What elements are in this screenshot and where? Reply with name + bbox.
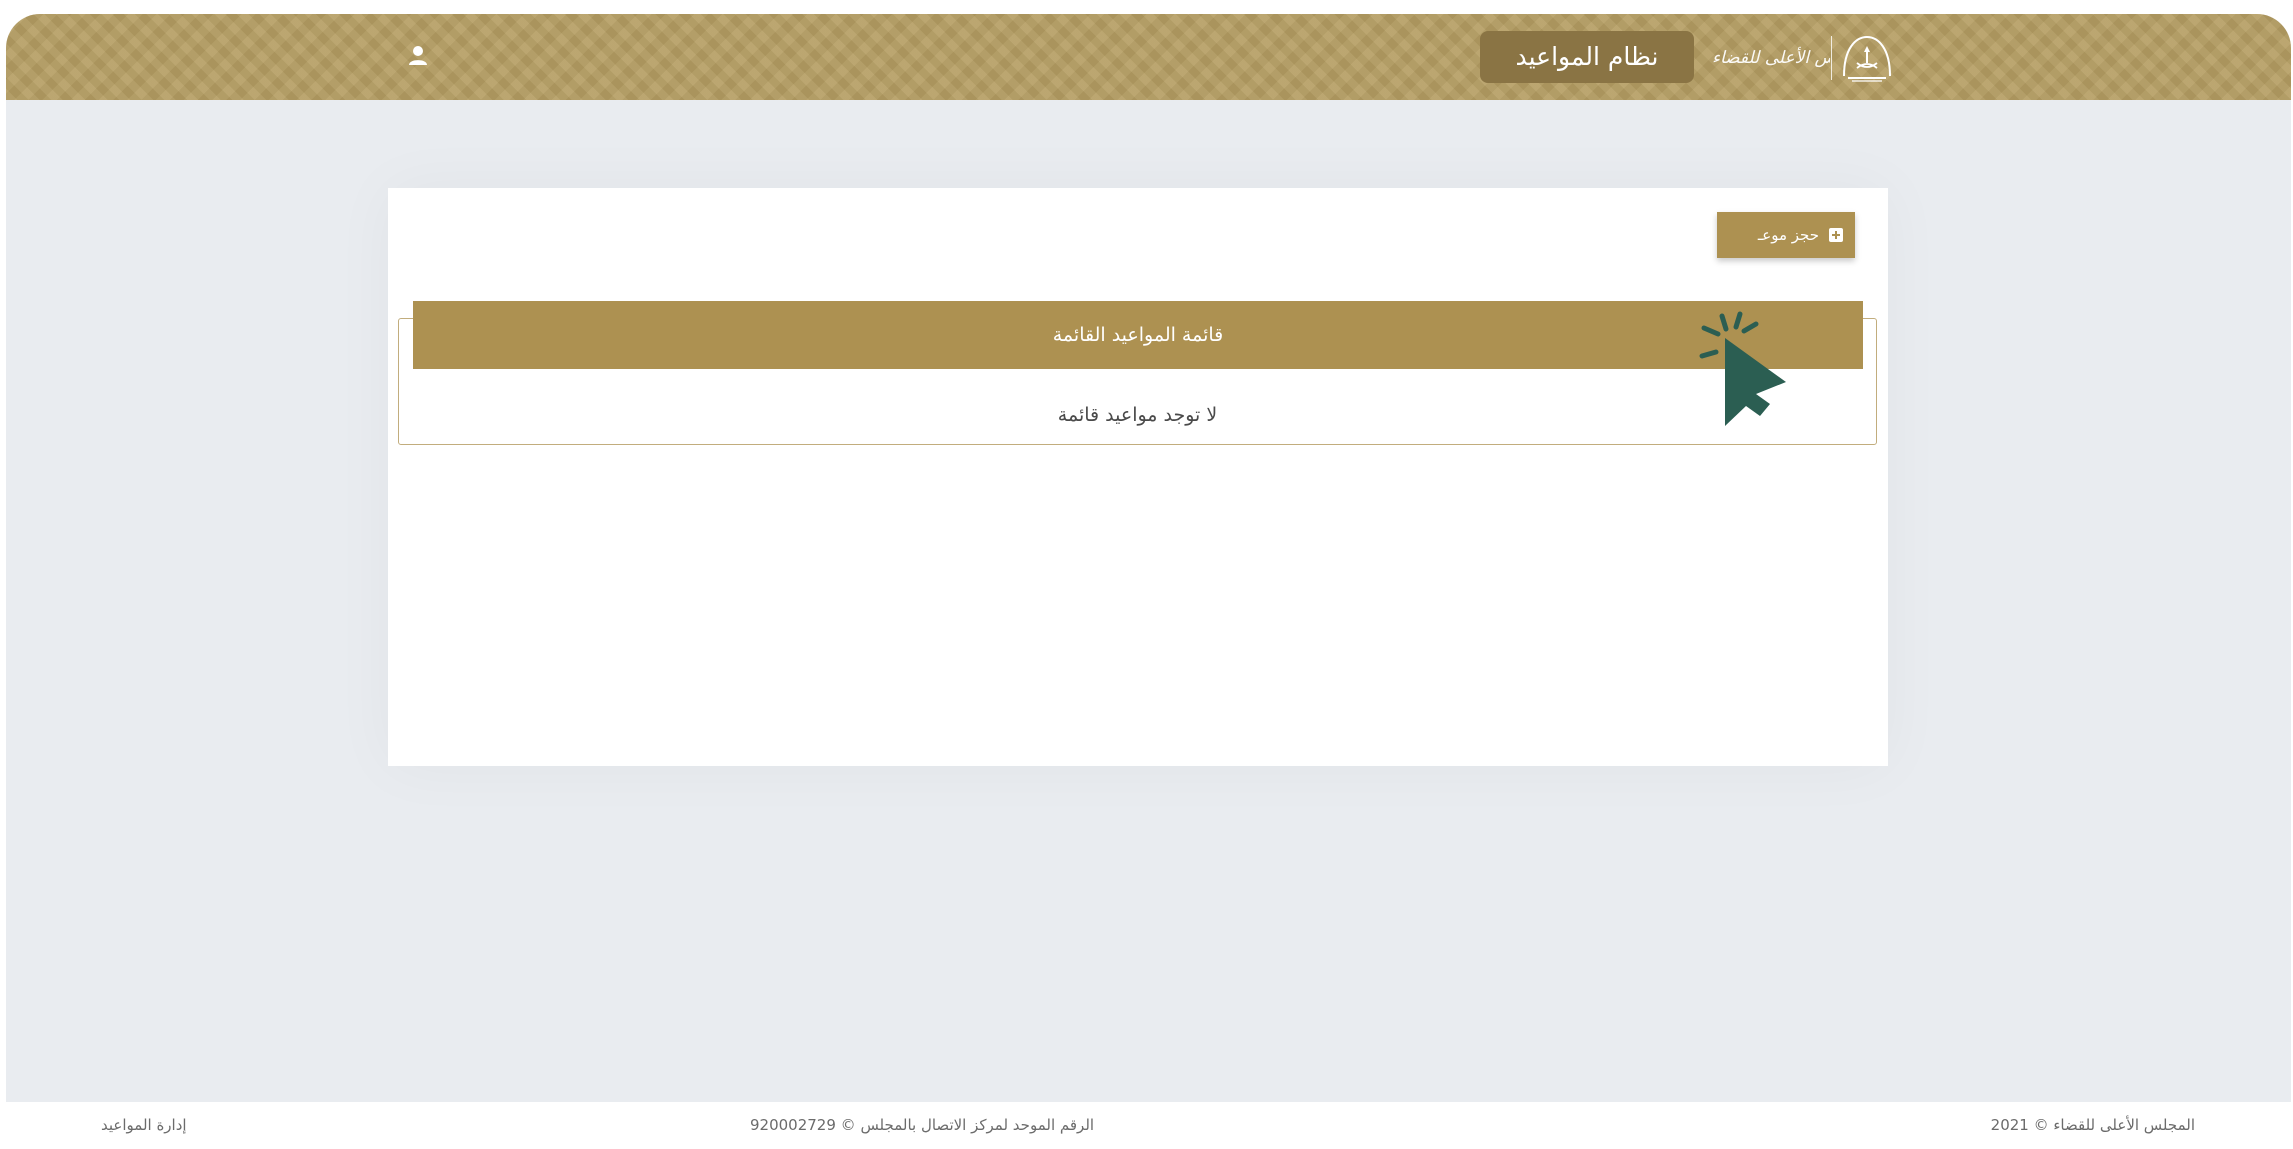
empty-list-message: لا توجد مواعيد قائمة xyxy=(1057,404,1218,426)
logo-text: المجلس الأعلى للقضاء xyxy=(1712,48,1830,68)
footer-appointments-admin: إدارة المواعيد xyxy=(101,1116,187,1134)
footer-contact-number: 920002729 © الرقم الموحد لمركز الاتصال ب… xyxy=(750,1116,1095,1134)
saudi-emblem-icon xyxy=(1839,32,1895,84)
user-icon[interactable] xyxy=(407,44,429,68)
main-area: حجز موعـ قائمة المواعيد القائمة لا توجد … xyxy=(6,100,2291,1102)
book-appointment-button[interactable]: حجز موعـ xyxy=(1717,212,1855,258)
page-footer: إدارة المواعيد 920002729 © الرقم الموحد … xyxy=(6,1102,2291,1149)
appointments-card: حجز موعـ قائمة المواعيد القائمة لا توجد … xyxy=(388,188,1888,766)
footer-copyright: 2021 © المجلس الأعلى للقضاء xyxy=(1990,1116,2195,1134)
top-header: نظام المواعيد المجلس الأعلى للقضاء xyxy=(6,14,2291,100)
system-title: نظام المواعيد xyxy=(1480,31,1694,83)
appointments-list-title: قائمة المواعيد القائمة xyxy=(413,301,1863,369)
app-frame: نظام المواعيد المجلس الأعلى للقضاء حجز م… xyxy=(6,14,2291,1149)
book-appointment-label: حجز موعـ xyxy=(1757,226,1819,244)
plus-square-icon xyxy=(1829,228,1843,242)
logo-divider xyxy=(1831,36,1832,80)
